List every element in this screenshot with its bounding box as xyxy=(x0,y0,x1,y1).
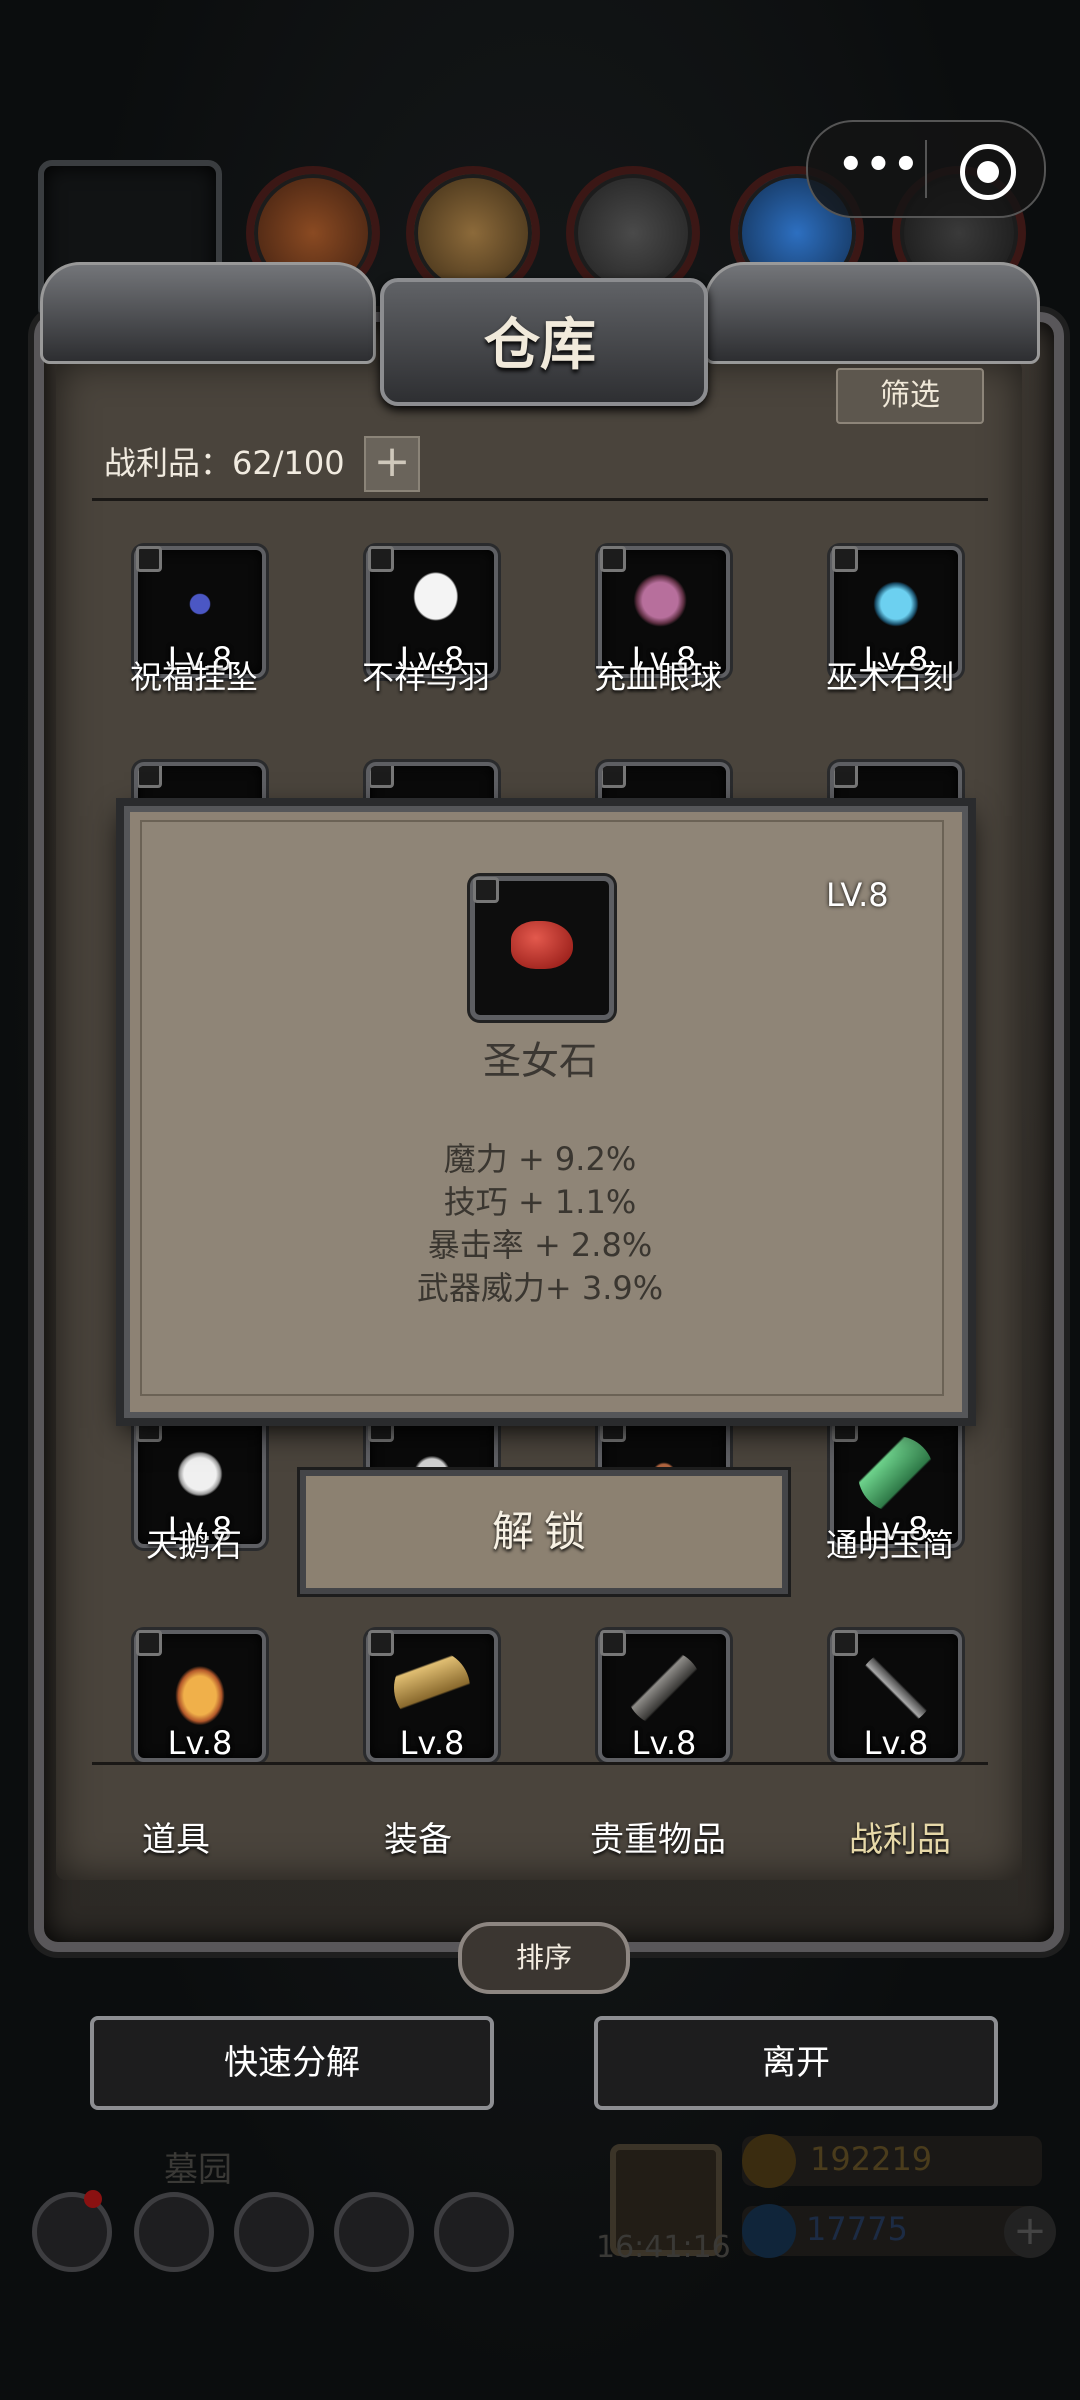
star-icon[interactable] xyxy=(134,2192,214,2272)
item-level: Lv.8 xyxy=(399,1724,465,1762)
tab-spoils[interactable]: 战利品 xyxy=(800,1812,1000,1861)
item-slot[interactable]: Lv.8 xyxy=(598,1630,730,1762)
gold-coin-icon xyxy=(742,2134,796,2188)
gem-icon xyxy=(742,2204,796,2258)
lock-icon xyxy=(138,766,162,788)
sort-button[interactable]: 排序 xyxy=(458,1922,630,1994)
lock-icon xyxy=(600,1630,626,1656)
more-icon[interactable]: ••• xyxy=(838,145,919,186)
quick-decompose-button[interactable]: 快速分解 xyxy=(90,2016,494,2110)
lock-icon xyxy=(600,1416,626,1442)
lock-icon xyxy=(600,546,626,572)
lock-icon xyxy=(834,766,858,788)
item-level: Lv.8 xyxy=(863,1724,929,1762)
eyeball-icon xyxy=(626,566,702,642)
timer: 16:41:16 xyxy=(596,2230,731,2265)
lock-icon xyxy=(832,546,858,572)
selected-item-slot xyxy=(470,876,614,1020)
unlock-button[interactable]: 解锁 xyxy=(300,1470,788,1594)
tab-valuables[interactable]: 贵重物品 xyxy=(558,1812,758,1861)
lock-icon xyxy=(832,1416,858,1442)
item-slot[interactable]: Lv.8 xyxy=(134,1630,266,1762)
gold-amount: 192219 xyxy=(810,2140,933,2178)
item-level: Lv.8 xyxy=(167,1724,233,1762)
close-target-icon[interactable] xyxy=(960,144,1016,200)
stat-magic: 魔力 + 9.2% xyxy=(443,1140,637,1178)
ornament-right xyxy=(704,262,1040,364)
mail-icon[interactable] xyxy=(334,2192,414,2272)
stat-skill: 技巧 + 1.1% xyxy=(443,1183,637,1221)
capsule-divider xyxy=(925,140,927,198)
mini-program-capsule: ••• xyxy=(806,120,1046,218)
fork-icon xyxy=(858,1650,934,1726)
tab-equipment[interactable]: 装备 xyxy=(318,1812,518,1861)
ornament-left xyxy=(40,262,376,364)
divider-top xyxy=(92,498,988,501)
item-name: 天鹅石 xyxy=(145,1526,242,1564)
leave-button[interactable]: 离开 xyxy=(594,2016,998,2110)
stat-crit: 暴击率 + 2.8% xyxy=(427,1226,653,1264)
feather-icon xyxy=(394,566,470,642)
item-slot[interactable]: Lv.8 xyxy=(830,1630,962,1762)
spoils-count: 战利品：62/100 xyxy=(104,444,345,482)
map-icon[interactable] xyxy=(234,2192,314,2272)
lock-icon xyxy=(136,546,162,572)
expand-capacity-button[interactable]: + xyxy=(364,436,420,492)
filter-button[interactable]: 筛选 xyxy=(836,368,984,424)
lock-icon xyxy=(473,877,499,903)
pendant-icon xyxy=(162,566,238,642)
divider-bottom xyxy=(92,1762,988,1765)
item-name: 巫术石刻 xyxy=(825,658,954,696)
lock-icon xyxy=(136,1630,162,1656)
horn-icon xyxy=(394,1650,470,1726)
item-name: 充血眼球 xyxy=(593,658,722,696)
item-name: 不祥鸟羽 xyxy=(361,658,490,696)
add-gems-button[interactable]: + xyxy=(1004,2206,1056,2258)
chat-icon[interactable] xyxy=(434,2192,514,2272)
tab-items[interactable]: 道具 xyxy=(76,1812,276,1861)
gem-amount: 17775 xyxy=(806,2210,908,2248)
lock-icon xyxy=(832,1630,858,1656)
red-stone-icon xyxy=(511,921,573,969)
lock-icon xyxy=(136,1416,162,1442)
item-title: 圣女石 xyxy=(482,1039,597,1083)
item-level: Lv.8 xyxy=(631,1724,697,1762)
jade-scroll-icon xyxy=(858,1436,934,1512)
location-label: 墓园 xyxy=(164,2150,232,2190)
item-name: 祝福挂坠 xyxy=(129,658,258,696)
dagger-icon xyxy=(626,1650,702,1726)
swan-stone-icon xyxy=(162,1436,238,1512)
lock-icon xyxy=(368,546,394,572)
lock-icon xyxy=(368,1630,394,1656)
lock-icon xyxy=(602,766,626,788)
item-slot[interactable]: Lv.8 xyxy=(366,1630,498,1762)
lock-icon xyxy=(368,1416,394,1442)
stat-weapon-power: 武器威力+ 3.9% xyxy=(416,1269,664,1307)
lock-icon xyxy=(370,766,394,788)
lotus-icon xyxy=(162,1650,238,1726)
item-name: 通明玉简 xyxy=(825,1526,954,1564)
notification-dot xyxy=(84,2190,102,2208)
rune-stone-icon xyxy=(858,566,934,642)
item-level-label: LV.8 xyxy=(826,876,889,914)
window-title: 仓库 xyxy=(484,313,596,378)
